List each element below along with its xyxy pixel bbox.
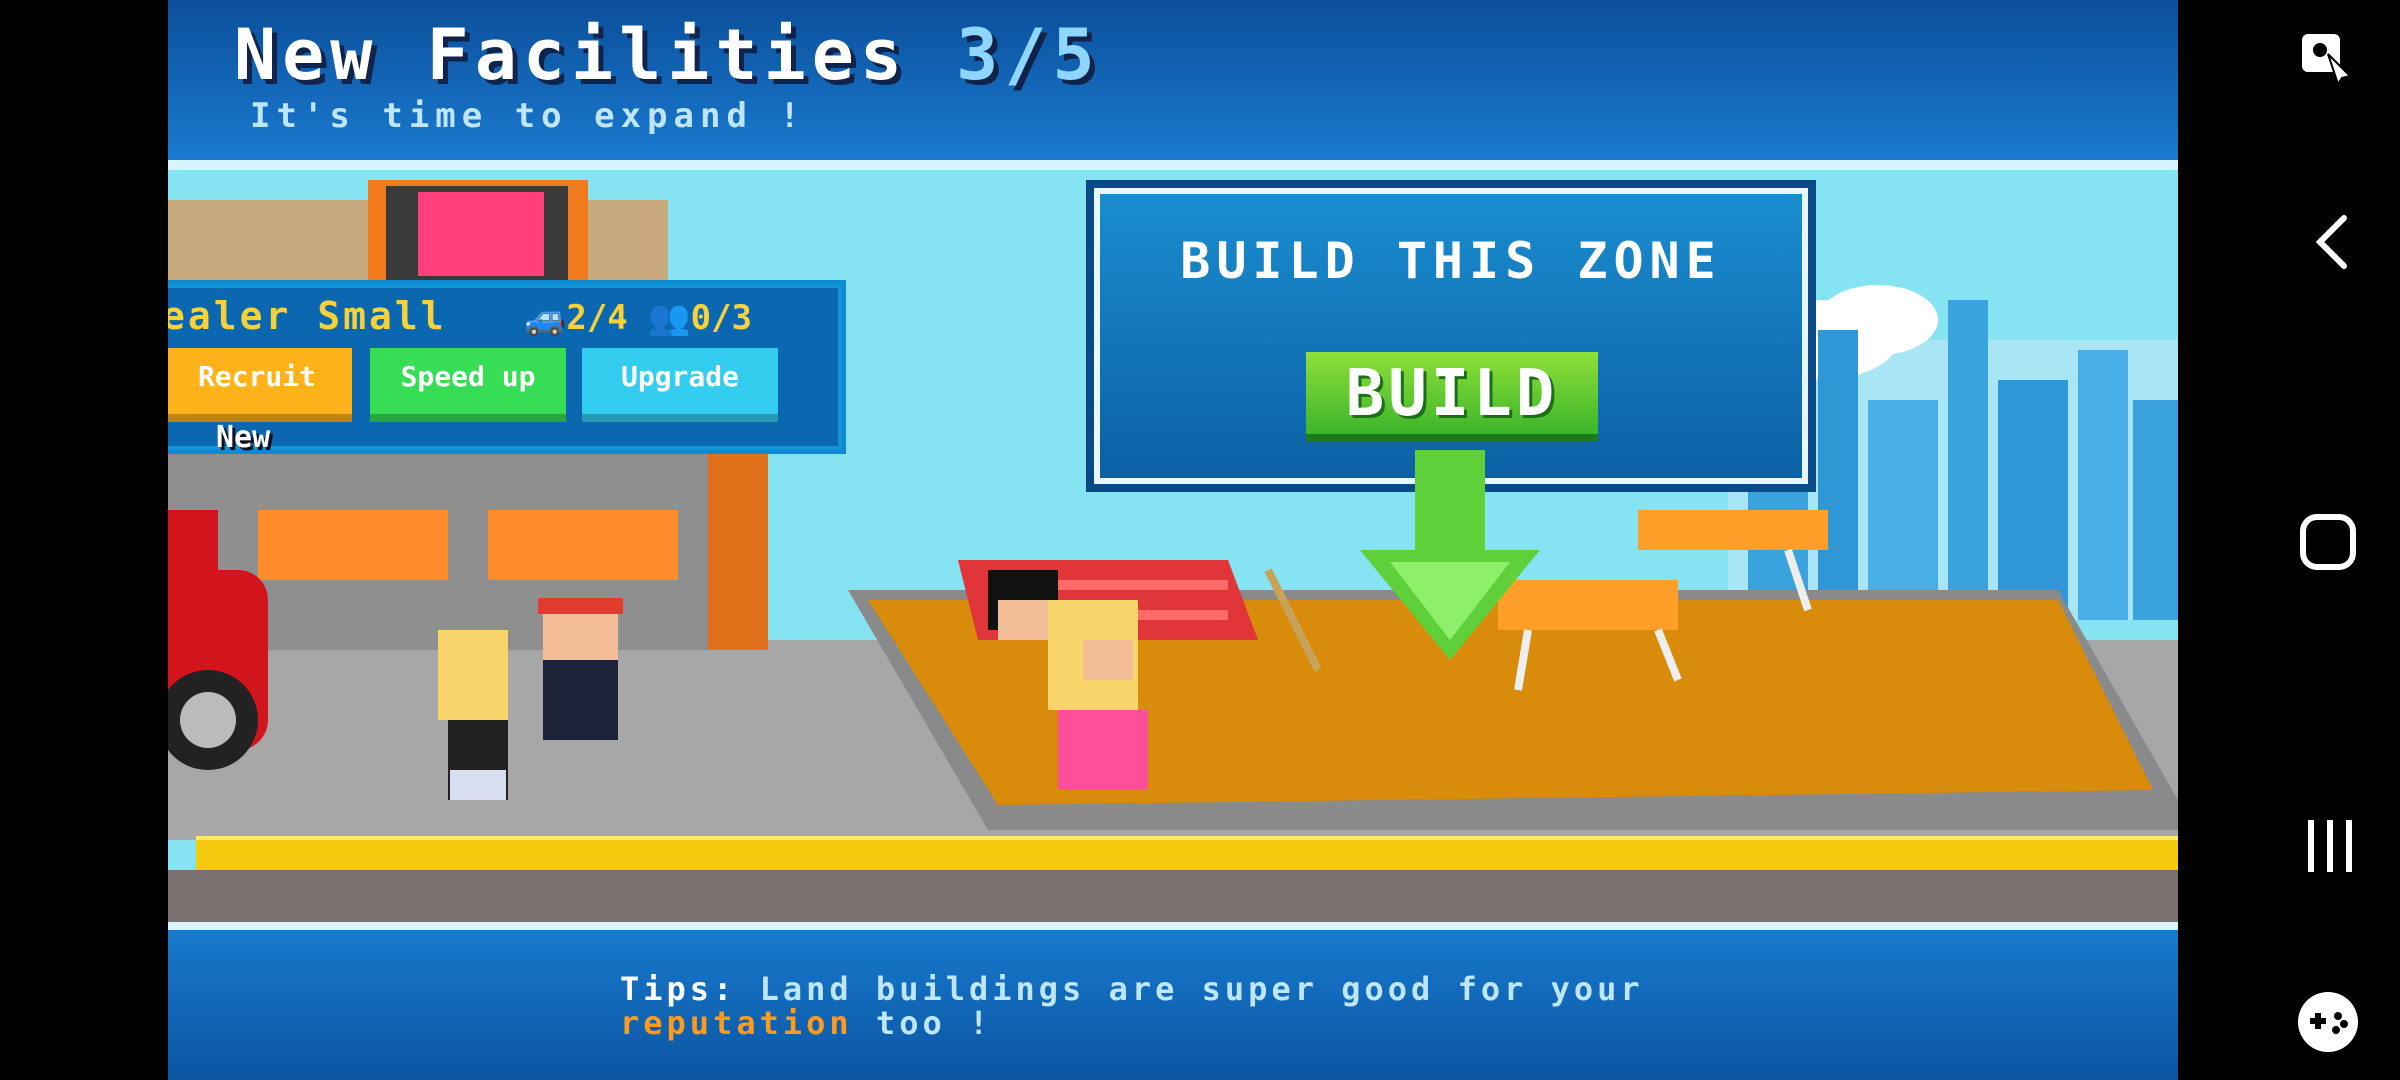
- game-viewport[interactable]: ealer Small 🚙2/4 👥0/3 Recruit Speed up U…: [168, 0, 2178, 1080]
- recents-icon[interactable]: [2302, 816, 2358, 876]
- speed-up-button[interactable]: Speed up: [370, 348, 566, 422]
- car-icon: 🚙: [524, 298, 567, 338]
- header-divider: [168, 160, 2178, 170]
- game-launcher-icon[interactable]: [2296, 990, 2360, 1054]
- facility-name: ealer Small: [168, 294, 447, 338]
- tips-text: Tips: Land buildings are super good for …: [620, 972, 1644, 1040]
- car-capacity: 2/4: [566, 298, 628, 338]
- build-button[interactable]: BUILD: [1306, 352, 1598, 442]
- tips-highlight: reputation: [620, 1004, 853, 1042]
- page-title: New Facilities 3/5: [234, 14, 1101, 96]
- tips-body-end: too !: [852, 1004, 993, 1042]
- down-arrow-icon: [1360, 450, 1540, 660]
- facility-stats: 🚙2/4 👥0/3: [524, 298, 752, 338]
- screenshot-tool-icon[interactable]: [2298, 28, 2358, 88]
- upgrade-button[interactable]: Upgrade: [582, 348, 778, 422]
- page-subtitle: It's time to expand !: [250, 96, 806, 136]
- tips-label: Tips:: [620, 970, 737, 1008]
- construction-barriers: [1498, 510, 1828, 691]
- home-icon[interactable]: [2298, 512, 2358, 572]
- tips-body: Land buildings are super good for your: [736, 970, 1644, 1008]
- red-car: [168, 570, 268, 770]
- new-badge: New: [216, 420, 271, 455]
- staff-icon: 👥: [648, 298, 691, 338]
- build-zone-title: BUILD THIS ZONE: [1180, 232, 1722, 290]
- recruit-button[interactable]: Recruit: [168, 348, 352, 422]
- characters-group-left: [438, 598, 623, 800]
- characters-group-right: [988, 570, 1148, 790]
- back-icon[interactable]: [2308, 212, 2358, 272]
- progress-count: 3/5: [956, 14, 1101, 96]
- staff-capacity: 0/3: [690, 298, 753, 338]
- build-zone-sign: BUILD THIS ZONE BUILD: [1086, 180, 1816, 492]
- street: [168, 870, 2178, 930]
- system-nav-bar: [2178, 0, 2400, 1080]
- title-text: New Facilities: [234, 14, 909, 96]
